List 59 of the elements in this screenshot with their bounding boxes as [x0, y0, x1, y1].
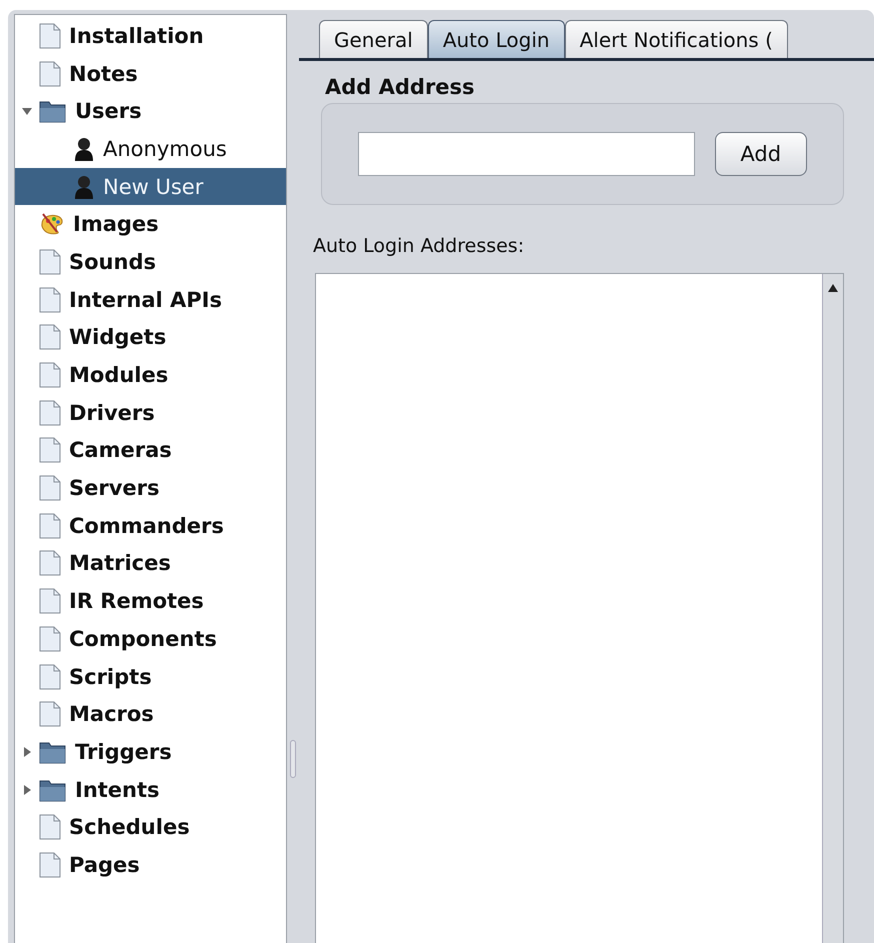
splitter-handle[interactable]	[290, 740, 296, 778]
folder-icon	[39, 740, 67, 764]
tree-item[interactable]: Widgets	[15, 318, 286, 356]
document-icon	[39, 400, 61, 426]
tree-item[interactable]: Users	[15, 92, 286, 130]
folder-icon	[39, 778, 67, 802]
tree-item[interactable]: Cameras	[15, 432, 286, 470]
tree-item[interactable]: Scripts	[15, 658, 286, 696]
document-icon	[39, 286, 61, 313]
scrollbar[interactable]	[822, 274, 843, 943]
document-icon	[39, 588, 61, 614]
tab[interactable]: Alert Notifications (	[564, 20, 788, 58]
scroll-up-icon[interactable]	[827, 282, 839, 294]
tree-item[interactable]: IR Remotes	[15, 582, 286, 620]
collapse-arrow-icon[interactable]	[21, 105, 33, 118]
tree-item[interactable]: Drivers	[15, 394, 286, 432]
expand-arrow-icon[interactable]	[21, 784, 33, 796]
tree-item[interactable]: Anonymous	[15, 130, 286, 168]
tab[interactable]: Auto Login	[428, 20, 565, 58]
tree-item[interactable]: Macros	[15, 695, 286, 734]
person-icon	[73, 136, 95, 161]
tree-item[interactable]: Sounds	[15, 243, 286, 281]
folder-icon	[39, 99, 67, 124]
document-icon	[39, 701, 61, 728]
document-icon	[39, 362, 61, 388]
tab[interactable]: General	[319, 20, 428, 58]
document-icon	[39, 475, 61, 502]
person-icon	[73, 174, 95, 199]
tree-item[interactable]: Internal APIs	[15, 280, 286, 318]
tree-item[interactable]: Schedules	[15, 808, 286, 846]
palette-icon	[39, 212, 65, 236]
document-icon	[39, 814, 61, 840]
document-icon	[39, 626, 61, 652]
tree-item[interactable]: Triggers	[15, 733, 286, 771]
document-icon	[39, 550, 61, 576]
expand-arrow-icon[interactable]	[21, 746, 33, 758]
tree-item[interactable]: Matrices	[15, 544, 286, 582]
document-icon	[39, 852, 61, 878]
address-field[interactable]	[358, 132, 695, 176]
tree-item[interactable]: Commanders	[15, 506, 286, 545]
add-button[interactable]: Add	[714, 132, 807, 176]
group-title: Add Address	[325, 75, 476, 99]
document-icon	[39, 22, 61, 49]
tree-item[interactable]: Images	[15, 205, 286, 244]
document-icon	[39, 512, 61, 539]
list-label: Auto Login Addresses:	[313, 235, 526, 257]
tree-item[interactable]: Notes	[15, 54, 286, 92]
document-icon	[39, 437, 61, 464]
tree-item[interactable]: Pages	[15, 846, 286, 884]
tree-item[interactable]: New User	[15, 168, 286, 206]
document-icon	[39, 60, 61, 87]
document-icon	[39, 664, 61, 690]
tree-item[interactable]: Installation	[15, 17, 286, 55]
document-icon	[39, 324, 61, 350]
tree-item[interactable]: Servers	[15, 469, 286, 507]
document-icon	[39, 248, 61, 275]
tree-item[interactable]: Modules	[15, 356, 286, 394]
tree-item[interactable]: Components	[15, 620, 286, 658]
tree-item[interactable]: Intents	[15, 770, 286, 808]
